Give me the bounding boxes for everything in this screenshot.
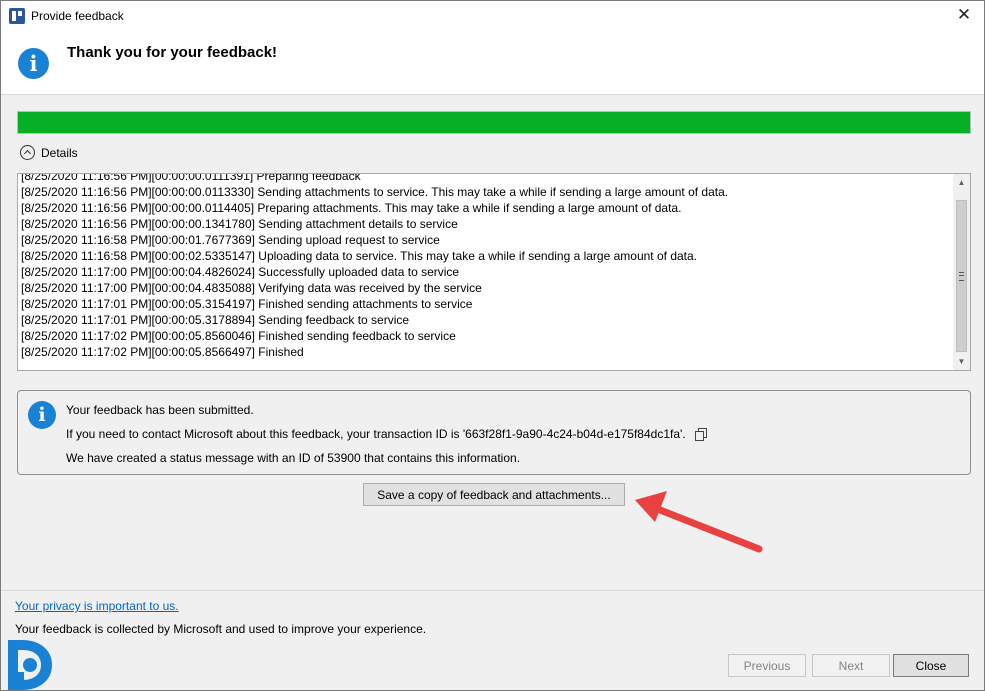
log-line: [8/25/2020 11:17:01 PM][00:00:05.3154197… xyxy=(21,297,473,311)
details-log[interactable]: [8/25/2020 11:16:56 PM][00:00:00.0111391… xyxy=(17,173,971,371)
transaction-id-text: If you need to contact Microsoft about t… xyxy=(66,427,686,441)
log-line: [8/25/2020 11:16:56 PM][00:00:00.0114405… xyxy=(21,201,682,215)
privacy-link[interactable]: Your privacy is important to us. xyxy=(15,599,179,613)
scroll-down-icon[interactable]: ▼ xyxy=(953,353,970,370)
previous-button[interactable]: Previous xyxy=(728,654,806,677)
site-logo xyxy=(8,640,52,690)
scrollbar-thumb[interactable] xyxy=(956,200,967,352)
close-window-button[interactable]: ✕ xyxy=(952,5,976,25)
save-copy-button[interactable]: Save a copy of feedback and attachments.… xyxy=(363,483,625,506)
window-title: Provide feedback xyxy=(31,8,124,23)
log-line: [8/25/2020 11:17:02 PM][00:00:05.8560046… xyxy=(21,329,456,343)
progress-bar xyxy=(17,111,971,134)
grip-icon xyxy=(959,272,964,281)
feedback-window: Provide feedback ✕ i Thank you for your … xyxy=(0,0,985,691)
info-icon: i xyxy=(28,401,56,429)
log-line: [8/25/2020 11:17:00 PM][00:00:04.4835088… xyxy=(21,281,482,295)
log-line: [8/25/2020 11:17:02 PM][00:00:05.8566497… xyxy=(21,345,304,359)
chevron-up-icon xyxy=(20,145,35,160)
close-button[interactable]: Close xyxy=(893,654,969,677)
log-line: [8/25/2020 11:16:56 PM][00:00:00.0113330… xyxy=(21,185,729,199)
log-line: [8/25/2020 11:16:58 PM][00:00:01.7677369… xyxy=(21,233,440,247)
app-icon xyxy=(9,7,25,24)
log-line: [8/25/2020 11:17:01 PM][00:00:05.3178894… xyxy=(21,313,410,327)
privacy-statement: Your feedback is collected by Microsoft … xyxy=(15,622,427,636)
copy-icon[interactable] xyxy=(694,428,707,441)
submission-info-panel: i Your feedback has been submitted. If y… xyxy=(17,390,971,475)
log-line: [8/25/2020 11:17:00 PM][00:00:04.4826024… xyxy=(21,265,460,279)
header-banner: i Thank you for your feedback! xyxy=(1,30,984,95)
info-icon: i xyxy=(18,48,49,79)
submitted-message: Your feedback has been submitted. xyxy=(66,403,254,417)
details-toggle[interactable]: Details xyxy=(20,145,78,160)
next-button[interactable]: Next xyxy=(812,654,890,677)
log-line: [8/25/2020 11:16:58 PM][00:00:02.5335147… xyxy=(21,249,698,263)
status-message-info: We have created a status message with an… xyxy=(66,451,521,465)
progress-bar-fill xyxy=(18,112,970,133)
annotation-arrow xyxy=(635,491,763,553)
log-line: [8/25/2020 11:16:56 PM][00:00:00.0111391… xyxy=(21,173,361,183)
details-label: Details xyxy=(41,145,78,160)
log-lines: [8/25/2020 11:16:56 PM][00:00:00.0111391… xyxy=(21,173,952,360)
page-title: Thank you for your feedback! xyxy=(67,44,278,61)
scroll-up-icon[interactable]: ▲ xyxy=(953,174,970,191)
log-line: [8/25/2020 11:16:56 PM][00:00:00.1341780… xyxy=(21,217,458,231)
title-bar: Provide feedback ✕ xyxy=(1,1,984,30)
transaction-id-message: If you need to contact Microsoft about t… xyxy=(66,427,707,441)
footer-divider xyxy=(1,590,984,591)
log-scrollbar[interactable]: ▲ ▼ xyxy=(953,174,970,370)
